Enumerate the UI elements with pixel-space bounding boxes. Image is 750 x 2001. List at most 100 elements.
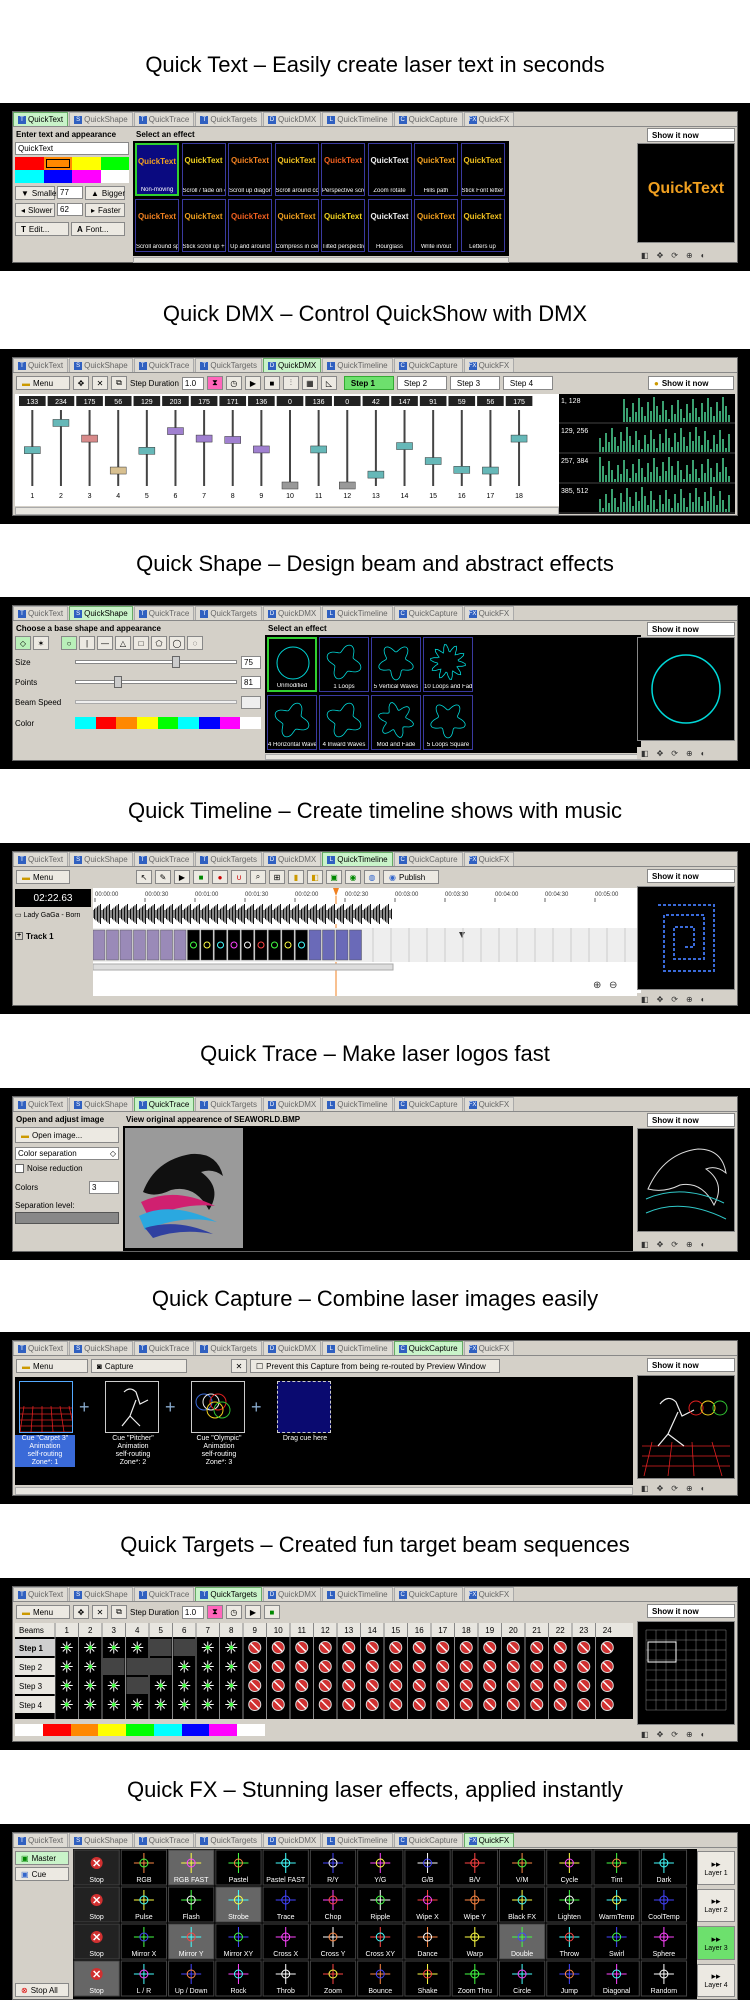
cue-block[interactable] xyxy=(281,929,295,961)
tab-quickfx[interactable]: FX QuickFX xyxy=(463,606,515,620)
color-swatch[interactable] xyxy=(43,157,72,170)
color-swatch[interactable] xyxy=(137,717,158,729)
tab-quickcapture[interactable]: C QuickCapture xyxy=(393,852,463,866)
capture-scrollbar[interactable] xyxy=(15,1487,633,1495)
move-icon[interactable]: ✥ xyxy=(657,1730,664,1739)
dmx-scrollbar[interactable] xyxy=(15,507,559,515)
split-button[interactable]: ◧ xyxy=(307,870,323,884)
capture-button[interactable]: ◙ Capture xyxy=(91,1359,187,1373)
cue-block[interactable] xyxy=(146,929,160,961)
color-swatch[interactable] xyxy=(43,170,72,183)
contrast-icon[interactable]: ◐ xyxy=(701,1240,706,1249)
record-button[interactable]: ● xyxy=(212,870,228,884)
text-input[interactable]: QuickText xyxy=(15,142,129,155)
cue-block[interactable] xyxy=(241,929,254,961)
move-icon[interactable]: ✥ xyxy=(657,995,664,1004)
cue-block[interactable] xyxy=(322,929,335,961)
effect-thumbnail[interactable]: QuickText Stick Font letter zoom xyxy=(460,143,505,196)
tab-quickdmx[interactable]: D QuickDMX xyxy=(263,606,322,620)
tab-quicktargets[interactable]: T QuickTargets xyxy=(195,606,263,620)
color-swatch[interactable] xyxy=(157,717,179,729)
beam-off-cell[interactable] xyxy=(150,1639,172,1656)
rotate-icon[interactable]: ⟳ xyxy=(671,749,678,758)
tab-quicktext[interactable]: T QuickText xyxy=(13,1341,69,1355)
effect-thumbnail[interactable]: QuickText Scroll around cone xyxy=(274,143,319,196)
preview-icon[interactable]: ◧ xyxy=(641,749,649,758)
target-icon[interactable]: ⊕ xyxy=(686,749,693,758)
colors-input[interactable]: 3 xyxy=(89,1181,119,1194)
fader-handle[interactable] xyxy=(167,427,184,435)
tab-quickfx[interactable]: FX QuickFX xyxy=(463,1833,515,1847)
pen-button[interactable]: ✎ xyxy=(155,870,171,884)
effect-scrollbar[interactable] xyxy=(133,257,509,263)
color-swatch[interactable] xyxy=(219,717,241,729)
clock-button[interactable]: ◷ xyxy=(225,376,242,390)
fader-handle[interactable] xyxy=(224,436,241,444)
color-swatch[interactable] xyxy=(237,1724,266,1736)
tab-quickdmx[interactable]: D QuickDMX xyxy=(263,358,322,372)
cue-block[interactable] xyxy=(93,929,106,961)
tab-quicktrace[interactable]: T QuickTrace xyxy=(133,852,195,866)
color-swatch[interactable] xyxy=(209,1724,238,1736)
capture-cue-tile[interactable] xyxy=(19,1381,76,1433)
color-swatch[interactable] xyxy=(126,1724,154,1736)
tab-quickshape[interactable]: S QuickShape xyxy=(69,1587,133,1601)
delete-button[interactable]: ✕ xyxy=(92,376,108,390)
zoom-in-icon[interactable]: ⊕ xyxy=(593,980,601,991)
tab-quickfx[interactable]: FX QuickFX xyxy=(463,1587,515,1601)
tab-quickcapture[interactable]: C QuickCapture xyxy=(393,1833,463,1847)
bigger-button[interactable]: ▲ Bigger xyxy=(85,186,125,200)
tab-quickfx[interactable]: FX QuickFX xyxy=(463,1097,515,1111)
tab-quicktrace[interactable]: T QuickTrace xyxy=(133,1833,195,1847)
target-icon[interactable]: ⊕ xyxy=(686,251,693,260)
tab-quickdmx[interactable]: D QuickDMX xyxy=(263,1587,322,1601)
effect-thumbnail[interactable]: Mod and Fade xyxy=(371,695,421,750)
menu-button[interactable]: ▬ Menu xyxy=(16,376,70,390)
tab-quickfx[interactable]: FX QuickFX xyxy=(463,1341,515,1355)
tab-quicktargets[interactable]: T QuickTargets xyxy=(195,112,263,126)
color-swatch[interactable] xyxy=(70,1724,99,1736)
zoom-out-icon[interactable]: ⊖ xyxy=(609,980,617,991)
cue-block[interactable] xyxy=(214,929,227,961)
show-it-now-button[interactable]: Show it now xyxy=(647,1604,735,1618)
open-image-button[interactable]: ▬ Open image... xyxy=(15,1127,119,1143)
tab-quickcapture[interactable]: C QuickCapture xyxy=(393,1097,463,1111)
beam-speed-slider[interactable] xyxy=(75,700,237,704)
preview-icon[interactable]: ◧ xyxy=(641,251,649,260)
beam-off-cell[interactable] xyxy=(126,1658,149,1675)
tab-quicktimeline[interactable]: L QuickTimeline xyxy=(322,358,393,372)
menu-button[interactable]: ▬ Menu xyxy=(16,1359,88,1373)
cue-block[interactable] xyxy=(106,929,119,961)
tab-quicktrace[interactable]: T QuickTrace xyxy=(133,358,195,372)
shape-pentagon-button[interactable]: ⬠ xyxy=(151,636,167,650)
clock-button[interactable]: ◷ xyxy=(225,1605,242,1619)
step-3-button[interactable]: Step 3 xyxy=(449,376,500,390)
shape-square-button[interactable]: □ xyxy=(133,636,149,650)
cue-block[interactable] xyxy=(295,929,308,961)
color-swatch[interactable] xyxy=(42,1724,71,1736)
fader-handle[interactable] xyxy=(367,470,385,479)
tab-quicktargets[interactable]: T QuickTargets xyxy=(195,1587,263,1601)
points-slider[interactable] xyxy=(75,676,237,688)
tab-quickshape[interactable]: S QuickShape xyxy=(69,358,133,372)
layer-2-button[interactable]: ▸▸ Layer 2 xyxy=(697,1888,735,1922)
slower-button[interactable]: ◂ Slower xyxy=(15,203,55,217)
tab-quicktimeline[interactable]: L QuickTimeline xyxy=(322,112,393,126)
step-duration-input[interactable]: 1.0 xyxy=(181,376,204,390)
color-swatch[interactable] xyxy=(100,157,129,170)
color-swatch[interactable] xyxy=(72,157,101,170)
rotate-icon[interactable]: ⟳ xyxy=(671,995,678,1004)
publish-button[interactable]: ◉ Publish xyxy=(383,870,439,884)
shape-diamond-button[interactable]: ◇ xyxy=(15,636,31,650)
tab-quicktargets[interactable]: T QuickTargets xyxy=(195,852,263,866)
size-value[interactable]: 75 xyxy=(241,655,261,669)
tab-quickfx[interactable]: FX QuickFX xyxy=(463,358,515,372)
tab-quicktrace[interactable]: T QuickTrace xyxy=(133,1097,195,1111)
zoom-button[interactable]: ⌕ xyxy=(250,870,266,884)
tab-quickdmx[interactable]: D QuickDMX xyxy=(263,1833,322,1847)
move-icon[interactable]: ✥ xyxy=(657,1240,664,1249)
chart-button[interactable]: ◺ xyxy=(320,376,337,390)
fader-handle[interactable] xyxy=(81,434,98,443)
cue-block[interactable] xyxy=(268,929,281,961)
beam-speed-value[interactable] xyxy=(241,695,261,709)
